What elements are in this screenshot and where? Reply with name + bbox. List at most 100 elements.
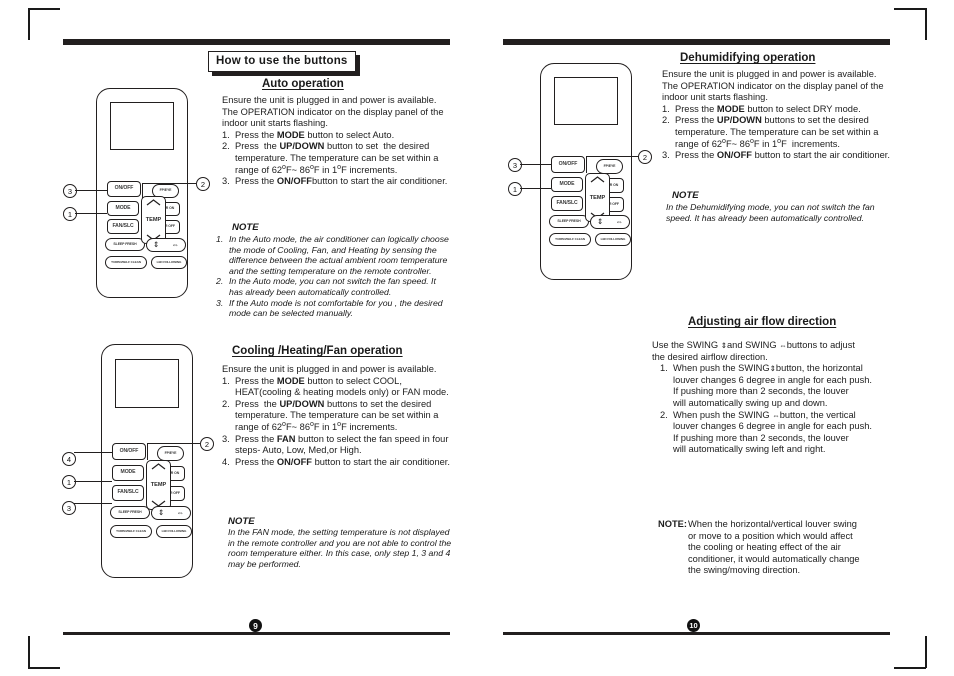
remote-1-lead-2-h — [142, 183, 196, 185]
cooling-step-3-text: Press the FAN button to select the fan s… — [235, 433, 449, 456]
remote-3-lead-3 — [520, 164, 551, 166]
remote-1-led-following-button[interactable]: LED FOLLOWING — [151, 256, 187, 269]
airflow-note-line1: When the horizontal/vertical louver swin… — [688, 519, 857, 529]
temp-up-arrow-icon[interactable] — [590, 176, 605, 183]
cooling-step-4-num: 4. — [222, 456, 230, 467]
cooling-operation-body: Ensure the unit is plugged in and power … — [222, 364, 454, 468]
airflow-step-1-line4: will automatically swing up and down. — [673, 397, 828, 408]
dehumidifying-step-1: 1. Press the MODE button to select DRY m… — [662, 104, 894, 116]
airflow-step-2-post: button, the vertical — [779, 409, 856, 420]
auto-step-1-num: 1. — [222, 129, 230, 140]
auto-note-1-num: 1. — [216, 234, 224, 244]
auto-note-1: 1. In the Auto mode, the air conditioner… — [216, 234, 452, 276]
temp-up-arrow-icon[interactable] — [151, 463, 166, 470]
airflow-intro-a: Use the SWING — [652, 340, 721, 350]
cooling-step-3-num: 3. — [222, 433, 230, 444]
remote-2-lead-4 — [74, 452, 112, 454]
remote-control-diagram-1: ON/OFF MODE FAN/SLC SLEEP FRESH TURBO/SE… — [96, 88, 188, 298]
manual-page-spread: How to use the buttons Auto operation En… — [0, 0, 954, 676]
remote-1-turbo-self-clean-button[interactable]: TURBO/SELF CLEAN — [105, 256, 147, 269]
remote-2-fanslc-button[interactable]: FAN/SLC — [112, 485, 144, 501]
remote-1-fanslc-button[interactable]: FAN/SLC — [107, 219, 139, 234]
remote-2-sleep-fresh-button[interactable]: SLEEP FRESH — [110, 506, 150, 519]
airflow-step-1-line2: louver changes 6 degree in angle for eac… — [673, 374, 872, 385]
dehumidifying-step-2-text: Press the UP/DOWN buttons to set the des… — [675, 115, 879, 149]
auto-intro: Ensure the unit is plugged in and power … — [222, 95, 444, 129]
remote-1-onoff-button[interactable]: ON/OFF — [107, 181, 141, 197]
cooling-step-4: 4. Press the ON/OFF button to start the … — [222, 457, 454, 469]
remote-3-mode-button[interactable]: MODE — [551, 177, 583, 192]
cooling-step-2-text: Press the UP/DOWN buttons to set the des… — [235, 398, 439, 432]
airflow-step-2-line4: will automatically swing left and right. — [673, 444, 826, 455]
airflow-note-line4: conditioner, it would automatically chan… — [688, 553, 860, 564]
auto-note-2-text: In the Auto mode, you can not switch the… — [229, 276, 436, 297]
remote-3-callout-2: 2 — [638, 150, 652, 164]
dehumidifying-step-3: 3. Press the ON/OFF button to start the … — [662, 150, 894, 162]
remote-1-swing-vertical-icon[interactable]: ⇕ — [153, 241, 159, 249]
rule-top-right-page — [503, 39, 890, 45]
remote-1-temp-pad[interactable]: TEMP — [141, 196, 166, 244]
remote-2-temp-pad[interactable]: TEMP — [146, 460, 171, 510]
airflow-intro-line1: Use the SWING ⇕and SWING ⇔buttons to adj… — [652, 340, 898, 352]
cooling-intro: Ensure the unit is plugged in and power … — [222, 364, 437, 374]
cooling-note-text: In the FAN mode, the setting temperature… — [228, 527, 452, 569]
remote-2-led-following-button[interactable]: LED FOLLOWING — [156, 525, 192, 538]
auto-step-2: 2. Press the UP/DOWN button to set the d… — [222, 141, 450, 176]
airflow-step-1-text: When push the SWING⇕button, the horizont… — [673, 363, 898, 409]
remote-1-swing-horizontal-icon[interactable]: ⇔ — [171, 241, 179, 249]
auto-step-1: 1. Press the MODE button to select Auto. — [222, 130, 450, 142]
airflow-step-1-pre: When push the SWING — [673, 363, 770, 374]
remote-1-swing-button[interactable]: ⇕ ⇔ — [146, 238, 186, 252]
auto-step-2-num: 2. — [222, 141, 230, 152]
remote-3-sleep-fresh-button[interactable]: SLEEP FRESH — [549, 215, 589, 228]
remote-2-swing-vertical-icon[interactable]: ⇕ — [158, 509, 164, 517]
remote-2-callout-4: 4 — [62, 452, 76, 466]
remote-2-lead-1 — [74, 481, 112, 483]
remote-1-sleep-fresh-button[interactable]: SLEEP FRESH — [105, 238, 145, 251]
remote-2-lead-2-v — [147, 443, 149, 460]
remote-2-swing-button[interactable]: ⇕ ⇔ — [151, 506, 191, 520]
remote-3-led-following-button[interactable]: LED FOLLOWING — [595, 233, 631, 246]
remote-2-lead-2-h — [147, 443, 200, 445]
remote-2-mode-button[interactable]: MODE — [112, 465, 144, 481]
airflow-note-label: NOTE: — [658, 519, 687, 529]
remote-3-swing-button[interactable]: ⇕ ⇔ — [590, 215, 630, 229]
remote-1-callout-2: 2 — [196, 177, 210, 191]
remote-3-swing-vertical-icon[interactable]: ⇕ — [597, 218, 603, 226]
airflow-step-1-line3: If pushing more than 2 seconds, the louv… — [673, 386, 849, 397]
dehumidifying-step-3-num: 3. — [662, 150, 670, 161]
remote-3-turbo-self-clean-button[interactable]: TURBO/SELF CLEAN — [549, 233, 591, 246]
remote-2-temp-label: TEMP — [150, 482, 167, 488]
temp-up-arrow-icon[interactable] — [146, 199, 161, 206]
remote-2-turbo-self-clean-button[interactable]: TURBO/SELF CLEAN — [110, 525, 152, 538]
remote-3-swing-horizontal-icon[interactable]: ⇔ — [615, 218, 623, 226]
remote-3-onoff-button[interactable]: ON/OFF — [551, 156, 585, 173]
swing-horizontal-icon-step2: ⇔ — [772, 410, 780, 420]
airflow-step-2-pre: When push the SWING — [673, 409, 773, 420]
cooling-step-2-num: 2. — [222, 398, 230, 409]
auto-note-label: NOTE — [232, 222, 259, 233]
dehumidifying-step-2-num: 2. — [662, 115, 670, 126]
cooling-step-4-text: Press the ON/OFF button to start the air… — [235, 456, 450, 467]
remote-2-onoff-button[interactable]: ON/OFF — [112, 443, 146, 460]
airflow-intro-line2: the desired airflow direction. — [652, 351, 768, 362]
remote-1-lcd-display — [110, 102, 174, 150]
airflow-intro-b: and SWING — [727, 340, 780, 350]
airflow-note-line5: the swing/moving direction. — [688, 565, 801, 576]
remote-3-fpeye-button[interactable]: FP/EYE — [596, 159, 623, 174]
remote-2-swing-horizontal-icon[interactable]: ⇔ — [176, 509, 184, 517]
section-title-dehumidifying: Dehumidifying operation — [680, 52, 816, 64]
remote-1-mode-button[interactable]: MODE — [107, 201, 139, 216]
remote-2-lead-3 — [74, 503, 112, 505]
remote-2-fpeye-button[interactable]: FP/EYE — [157, 446, 184, 461]
cooling-step-1-num: 1. — [222, 375, 230, 386]
airflow-note: NOTE: When the horizontal/vertical louve… — [658, 519, 904, 577]
rule-top-left-page — [63, 39, 450, 45]
auto-note-2: 2. In the Auto mode, you can not switch … — [216, 276, 452, 297]
remote-3-fanslc-button[interactable]: FAN/SLC — [551, 196, 583, 211]
section-title-cooling-heating-fan: Cooling /Heating/Fan operation — [232, 345, 403, 357]
auto-note-3-num: 3. — [216, 297, 224, 308]
auto-note-3: 3. If the Auto mode is not comfortable f… — [216, 298, 452, 319]
remote-3-lead-2-h — [586, 156, 638, 158]
section-title-auto-operation: Auto operation — [262, 78, 344, 90]
